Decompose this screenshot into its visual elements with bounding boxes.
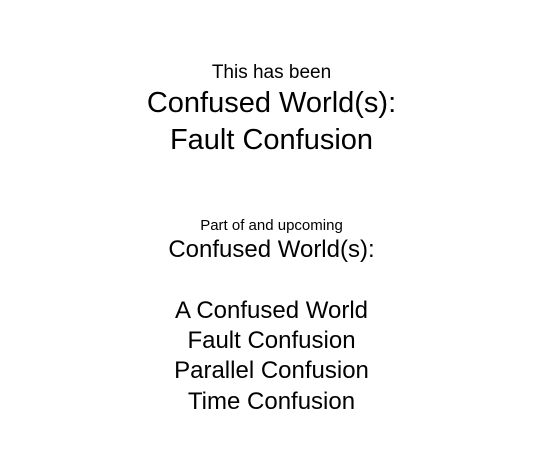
series-title: Confused World(s):: [168, 236, 375, 263]
series-item: Time Confusion: [187, 388, 356, 415]
end-card: This has been Confused World(s): Fault C…: [0, 0, 543, 457]
intro-title-line2: Fault Confusion: [169, 124, 374, 156]
series-preface: Part of and upcoming: [200, 217, 343, 234]
intro-preface: This has been: [211, 62, 332, 83]
series-item: Parallel Confusion: [174, 357, 369, 384]
series-item: Fault Confusion: [187, 327, 356, 354]
intro-title-line1: Confused World(s):: [146, 87, 397, 119]
series-item: A Confused World: [175, 297, 368, 324]
